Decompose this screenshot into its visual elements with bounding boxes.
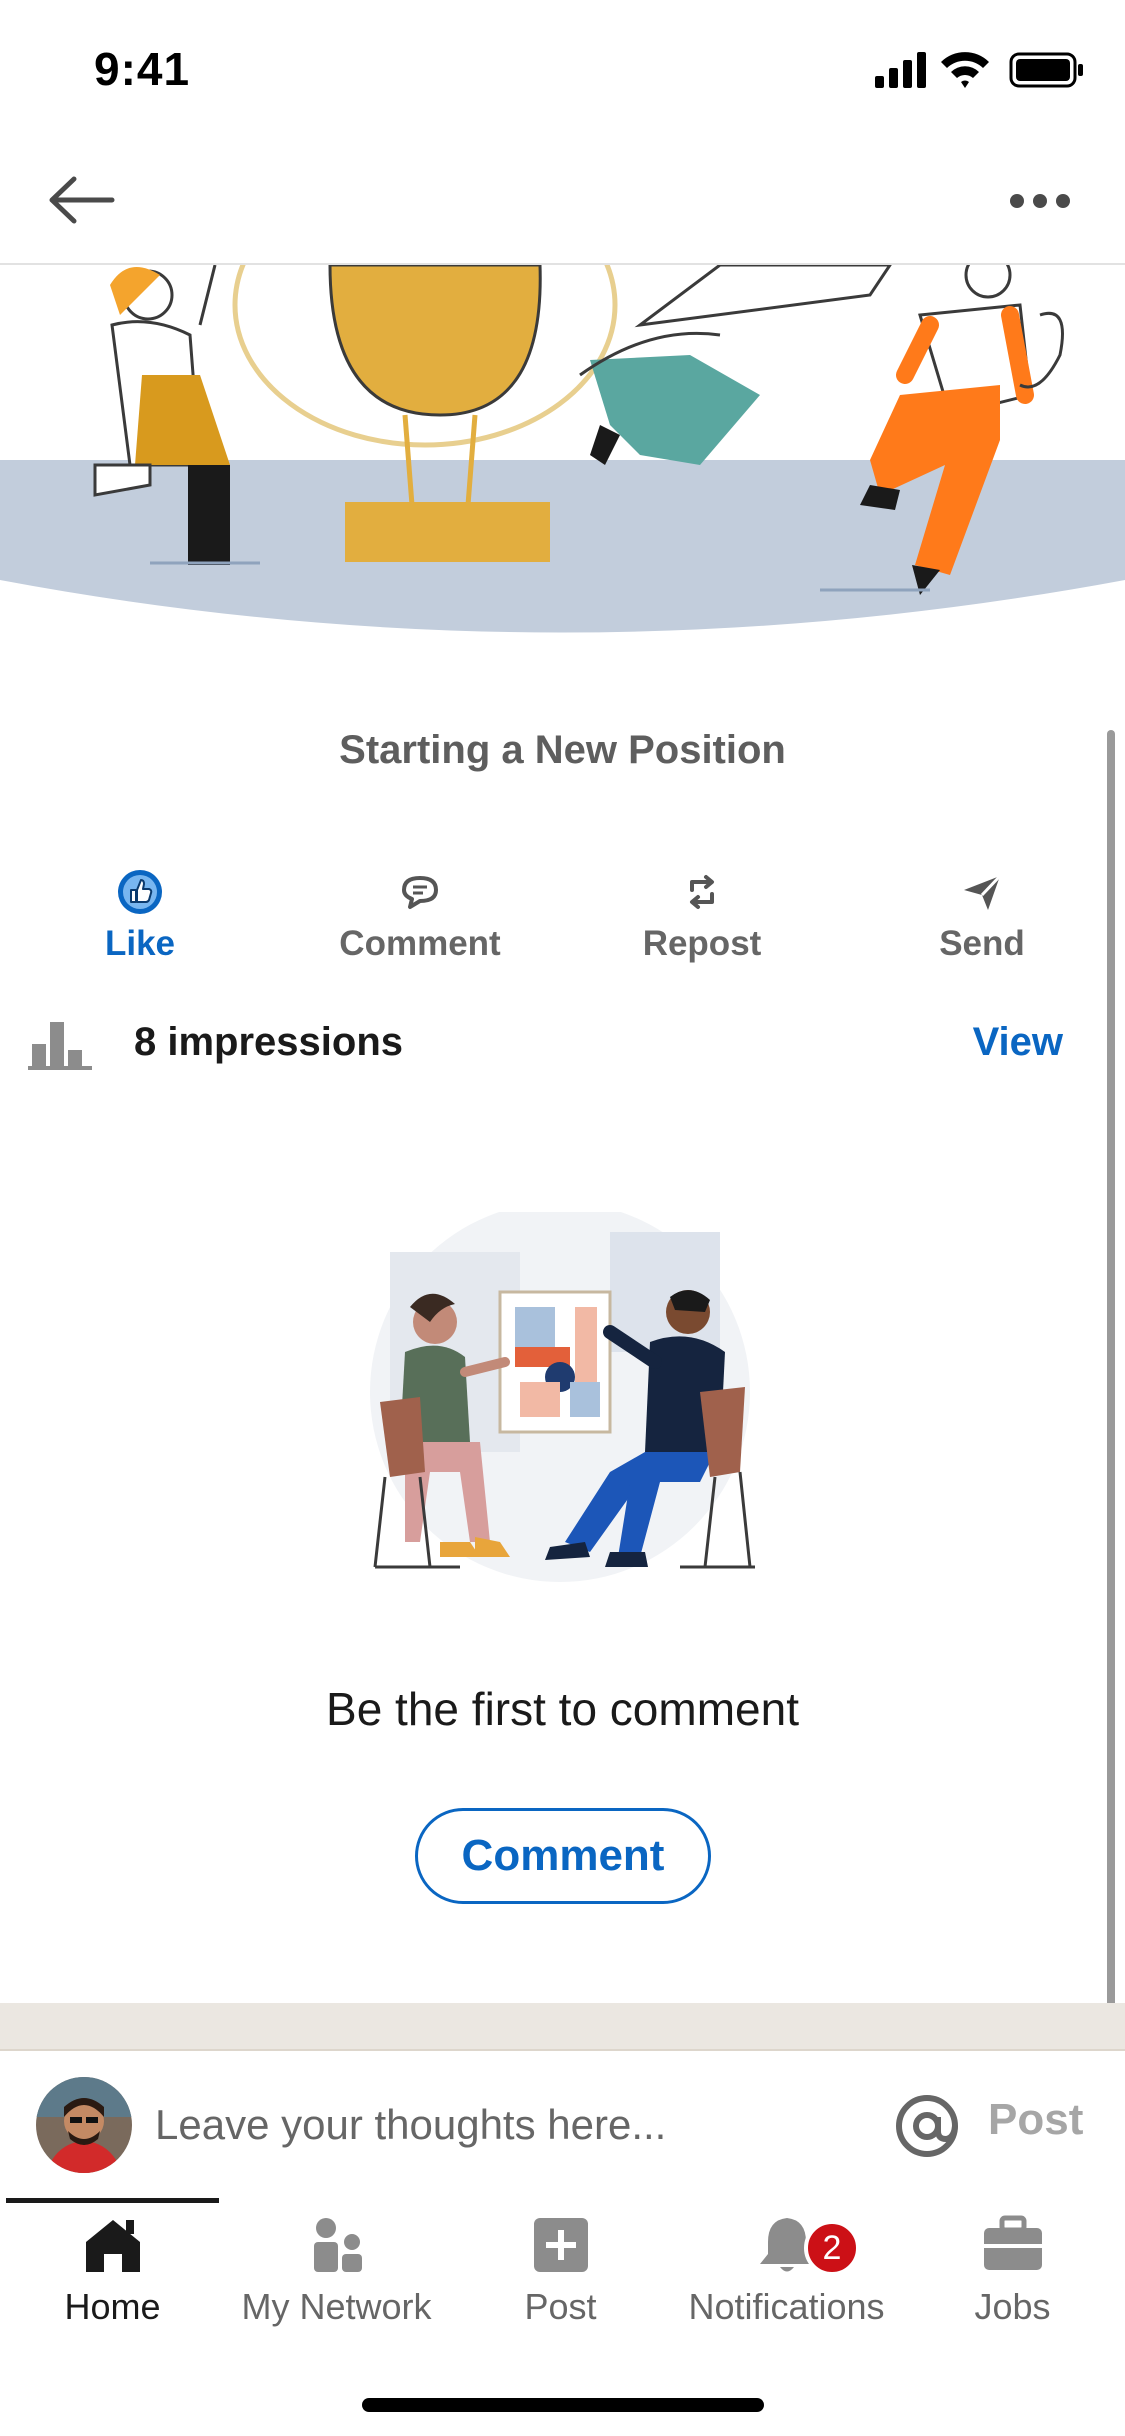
view-analytics-link[interactable]: View xyxy=(973,1020,1063,1065)
repost-button[interactable]: Repost xyxy=(582,860,822,970)
send-label: Send xyxy=(939,924,1025,963)
more-icon xyxy=(1010,194,1070,208)
tab-home-label: Home xyxy=(64,2286,161,2327)
network-icon xyxy=(313,2218,362,2272)
post-comment-button[interactable]: Post xyxy=(988,2095,1083,2145)
post-action-bar: Like Comment Repost Send xyxy=(0,860,1125,970)
top-nav xyxy=(0,135,1125,265)
wifi-icon xyxy=(941,52,989,88)
tab-notifications[interactable]: 2 Notifications xyxy=(674,2212,899,2342)
active-tab-indicator xyxy=(6,2198,219,2203)
tab-my-network[interactable]: My Network xyxy=(224,2212,449,2342)
mention-icon[interactable] xyxy=(892,2091,962,2161)
first-comment-button[interactable]: Comment xyxy=(415,1808,711,1904)
analytics-icon xyxy=(28,1022,92,1070)
impressions-count: 8 impressions xyxy=(134,1020,404,1064)
post-icon xyxy=(533,2218,588,2272)
back-button[interactable] xyxy=(40,165,130,235)
like-label: Like xyxy=(104,924,176,963)
send-icon xyxy=(964,874,1002,910)
avatar xyxy=(36,2077,132,2173)
send-button[interactable]: Send xyxy=(862,860,1102,970)
repost-icon xyxy=(690,875,714,909)
user-avatar-image xyxy=(36,2077,132,2173)
home-icon xyxy=(85,2220,140,2272)
comment-action-button[interactable]: Comment xyxy=(300,860,540,970)
like-button[interactable]: Like xyxy=(20,860,260,970)
status-icons xyxy=(875,52,1083,88)
section-divider xyxy=(0,2003,1125,2051)
tab-jobs[interactable]: Jobs xyxy=(900,2212,1125,2342)
back-arrow-icon xyxy=(49,176,115,224)
post-title: Starting a New Position xyxy=(339,728,786,772)
tab-post[interactable]: Post xyxy=(448,2212,673,2342)
home-indicator[interactable] xyxy=(362,2398,764,2412)
repost-label: Repost xyxy=(642,924,762,963)
comment-action-label: Comment xyxy=(339,924,501,963)
celebration-illustration xyxy=(0,265,1125,655)
notification-badge: 2 xyxy=(804,2220,860,2276)
tab-notifications-label: Notifications xyxy=(688,2286,885,2327)
tab-my-network-label: My Network xyxy=(241,2286,432,2327)
status-time: 9:41 xyxy=(94,43,191,95)
conversation-illustration xyxy=(360,1202,760,1612)
scrollbar[interactable] xyxy=(1107,730,1115,2040)
impressions-row: 8 impressions View xyxy=(0,1010,1125,1076)
like-icon xyxy=(118,870,162,914)
empty-comments-text: Be the first to comment xyxy=(326,1683,799,1735)
comment-composer: Post xyxy=(0,2051,1125,2201)
status-bar: 9:41 xyxy=(0,0,1125,135)
comment-input[interactable] xyxy=(155,2093,715,2157)
comment-icon xyxy=(402,876,438,909)
signal-icon xyxy=(875,52,926,88)
more-options-button[interactable] xyxy=(995,165,1085,235)
tab-post-label: Post xyxy=(524,2286,597,2327)
tab-home[interactable]: Home xyxy=(0,2212,225,2342)
tab-jobs-label: Jobs xyxy=(974,2286,1051,2327)
battery-icon xyxy=(1009,52,1083,88)
briefcase-icon xyxy=(983,2215,1042,2270)
